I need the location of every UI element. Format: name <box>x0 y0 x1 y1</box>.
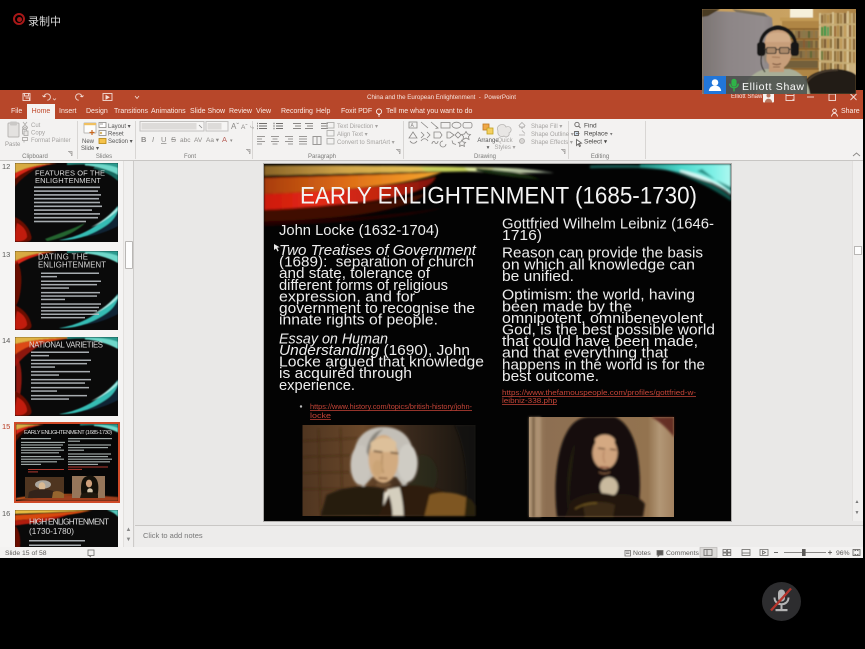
svg-text:Shape Effects ▾: Shape Effects ▾ <box>531 140 573 146</box>
svg-text:Slide ▾: Slide ▾ <box>81 146 99 152</box>
svg-text:S: S <box>171 135 176 144</box>
svg-text:AV: AV <box>194 137 203 144</box>
svg-text:Section ▾: Section ▾ <box>108 139 133 145</box>
svg-text:⤷: ⤷ <box>250 124 254 131</box>
svg-text:U: U <box>161 135 166 144</box>
svg-text:Font: Font <box>184 154 196 160</box>
svg-text:be unified.: be unified. <box>502 268 574 285</box>
svg-text:https://www.history.com/topics: https://www.history.com/topics/british-h… <box>310 402 472 411</box>
svg-text:Layout ▾: Layout ▾ <box>108 124 131 130</box>
svg-text:Shape Fill ▾: Shape Fill ▾ <box>531 124 562 130</box>
svg-text:B: B <box>141 135 147 144</box>
svg-text:Copy: Copy <box>31 131 45 137</box>
svg-text:Paragraph: Paragraph <box>308 154 336 160</box>
svg-text:experience.: experience. <box>279 377 355 394</box>
svg-text:1716): 1716) <box>502 227 542 244</box>
svg-text:innate rights of people.: innate rights of people. <box>279 312 438 329</box>
svg-text:Text Direction ▾: Text Direction ▾ <box>337 124 378 130</box>
svg-text:Convert to SmartArt ▾: Convert to SmartArt ▾ <box>337 140 395 146</box>
svg-text:▾: ▾ <box>230 138 233 144</box>
svg-text:Aˇ: Aˇ <box>231 122 239 131</box>
svg-text:Clipboard: Clipboard <box>22 154 48 160</box>
svg-text:Aˇ: Aˇ <box>241 124 248 131</box>
svg-text:Styles ▾: Styles ▾ <box>494 145 515 151</box>
svg-text:Slides: Slides <box>96 154 112 160</box>
svg-text:Shape Outline ▾: Shape Outline ▾ <box>531 132 574 138</box>
svg-text:New: New <box>82 139 95 145</box>
svg-text:Find: Find <box>584 123 597 130</box>
svg-text:best outcome.: best outcome. <box>502 368 599 385</box>
svg-text:Drawing: Drawing <box>474 154 496 160</box>
svg-text:John Locke (1632-1704): John Locke (1632-1704) <box>279 222 439 239</box>
svg-text:Aa ▾: Aa ▾ <box>206 137 220 144</box>
svg-text:I: I <box>152 135 154 144</box>
svg-text:Align Text ▾: Align Text ▾ <box>337 132 368 138</box>
svg-text:EARLY ENLIGHTENMENT (1685-1730: EARLY ENLIGHTENMENT (1685-1730) <box>24 430 112 436</box>
svg-text:ENLIGHTENMENT: ENLIGHTENMENT <box>38 261 106 270</box>
svg-text:NATIONAL VARIETIES: NATIONAL VARIETIES <box>29 341 103 350</box>
svg-text:abc: abc <box>180 137 191 144</box>
svg-text:Replace: Replace <box>584 131 608 138</box>
svg-text:▾: ▾ <box>610 132 613 138</box>
svg-text:EARLY ENLIGHTENMENT (1685-1730: EARLY ENLIGHTENMENT (1685-1730) <box>300 183 697 210</box>
svg-text:A: A <box>222 135 227 144</box>
svg-text:Cut: Cut <box>31 123 41 129</box>
svg-text:ENLIGHTENMENT: ENLIGHTENMENT <box>35 176 101 185</box>
svg-text:Reset: Reset <box>108 132 124 138</box>
svg-text:locke: locke <box>310 411 331 420</box>
svg-text:Slide 15 of 58: Slide 15 of 58 <box>5 550 47 557</box>
svg-text:Select ▾: Select ▾ <box>584 139 608 146</box>
svg-text:Notes: Notes <box>633 550 651 557</box>
svg-text:Format Painter: Format Painter <box>31 138 71 144</box>
svg-text:Paste: Paste <box>5 142 21 148</box>
svg-text:96%: 96% <box>836 550 850 557</box>
svg-text:Quick: Quick <box>497 138 513 144</box>
svg-text:Arrange: Arrange <box>477 138 499 144</box>
svg-text:HIGH ENLIGHTENMENT: HIGH ENLIGHTENMENT <box>29 518 109 527</box>
svg-text:Comments: Comments <box>666 550 699 557</box>
svg-text:Elliott Shaw: Elliott Shaw <box>742 81 804 93</box>
svg-text:leibniz-338.php: leibniz-338.php <box>502 398 557 405</box>
svg-text:(1730-1780): (1730-1780) <box>29 527 74 536</box>
svg-text:▾: ▾ <box>487 145 490 151</box>
svg-text:https://www.thefamouspeople.co: https://www.thefamouspeople.com/profiles… <box>502 390 697 397</box>
svg-text:Editing: Editing <box>591 154 609 160</box>
